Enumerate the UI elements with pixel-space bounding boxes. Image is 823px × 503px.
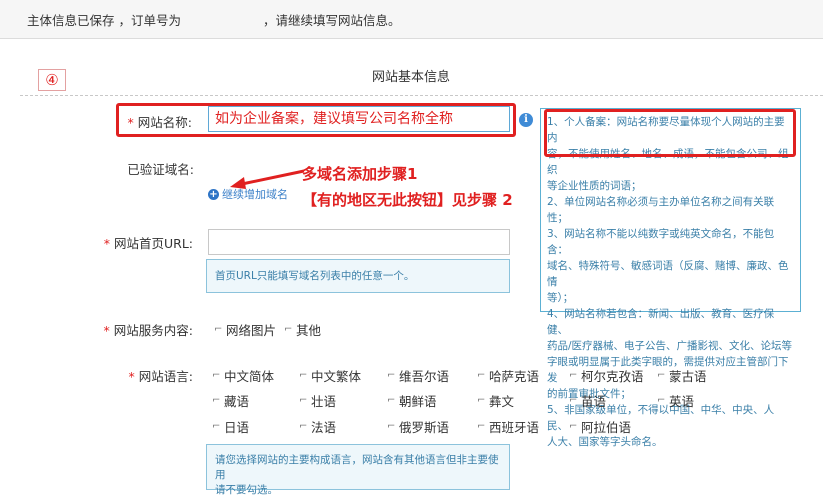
checkbox-icon[interactable]: ⌐: [212, 421, 222, 433]
checkbox-icon[interactable]: ⌐: [212, 370, 222, 382]
save-status-text: 主体信息已保存 ，订单号为 ，请继续填写网站信息。: [27, 10, 401, 29]
tip-line: 域名、特殊符号、敏感词语（反腐、赌博、廉政、色情: [547, 260, 789, 288]
checkbox-icon[interactable]: ⌐: [387, 395, 397, 407]
info-icon[interactable]: i: [519, 113, 533, 127]
checkbox-icon[interactable]: ⌐: [569, 395, 579, 407]
language-option-label: 蒙古语: [669, 369, 707, 384]
language-option[interactable]: ⌐ 英语: [657, 391, 694, 410]
checkbox-icon[interactable]: ⌐: [299, 395, 309, 407]
language-label: * 网站语言:: [3, 366, 193, 385]
language-option-label: 苗语: [581, 394, 607, 409]
language-option-label: 柯尔克孜语: [581, 369, 644, 384]
required-mark: *: [128, 369, 135, 384]
service-option-label: 其他: [296, 323, 322, 338]
language-option-label: 朝鲜语: [399, 394, 437, 409]
tip-line: 等）；: [547, 292, 574, 304]
language-option-label: 中文简体: [224, 369, 275, 384]
language-label-text: 网站语言:: [138, 369, 193, 384]
language-option-label: 俄罗斯语: [399, 420, 450, 435]
language-option[interactable]: ⌐ 壮语: [299, 391, 336, 410]
checkbox-icon[interactable]: ⌐: [569, 370, 579, 382]
checkbox-icon[interactable]: ⌐: [212, 395, 222, 407]
checkbox-icon[interactable]: ⌐: [477, 395, 487, 407]
verified-domain-label: 已验证域名:: [127, 162, 194, 177]
tip-line: 药品/医疗器械、电子公告、广播影视、文化、论坛等: [547, 340, 793, 352]
annotation-step2: 【有的地区无此按钮】见步骤 2: [302, 191, 513, 209]
language-option-label: 哈萨克语: [489, 369, 540, 384]
language-option-label: 西班牙语: [489, 420, 540, 435]
step-marker: ④: [38, 69, 66, 91]
service-option-other[interactable]: ⌐ 其他: [284, 320, 321, 339]
language-option-label: 阿拉伯语: [581, 420, 632, 435]
language-option[interactable]: ⌐ 朝鲜语: [387, 391, 437, 410]
language-option[interactable]: ⌐ 俄罗斯语: [387, 417, 449, 436]
language-option-label: 壮语: [311, 394, 337, 409]
language-option-label: 彝文: [489, 394, 515, 409]
language-option-label: 英语: [669, 394, 695, 409]
tip-line: 2、单位网站名称必须与主办单位名称之间有关联性；: [547, 196, 775, 224]
service-content-label-text: 网站服务内容:: [113, 323, 193, 338]
language-option[interactable]: ⌐ 法语: [299, 417, 336, 436]
tip-highlight-frame: [544, 109, 796, 157]
checkbox-icon[interactable]: ⌐: [657, 395, 667, 407]
site-name-highlight-frame: [116, 103, 516, 137]
language-option-label: 藏语: [224, 394, 250, 409]
banner-text-before: 主体信息已保存 ，订单号为: [27, 13, 181, 28]
tip-line: 4、网站名称若包含：新闻、出版、教育、医疗保健、: [547, 308, 775, 336]
language-option[interactable]: ⌐ 藏语: [212, 391, 249, 410]
checkbox-icon[interactable]: ⌐: [284, 324, 294, 336]
language-option-label: 维吾尔语: [399, 369, 450, 384]
section-title: 网站基本信息: [372, 70, 451, 85]
language-hint-line: 请您选择网站的主要构成语言，网站含有其他语言但非主要使用: [215, 454, 499, 481]
checkbox-icon[interactable]: ⌐: [569, 421, 579, 433]
language-hint-line: 请不要勾选。: [215, 484, 278, 496]
language-option[interactable]: ⌐ 维吾尔语: [387, 366, 449, 385]
service-option-web-images[interactable]: ⌐ 网络图片: [214, 320, 276, 339]
language-option-label: 中文繁体: [311, 369, 362, 384]
checkbox-icon[interactable]: ⌐: [387, 421, 397, 433]
language-option[interactable]: ⌐ 柯尔克孜语: [569, 366, 644, 385]
annotation-step1: 多域名添加步骤1: [302, 165, 418, 183]
homepage-url-input[interactable]: [208, 229, 510, 255]
tip-line: 等企业性质的词语；: [547, 180, 642, 192]
language-hint: 请您选择网站的主要构成语言，网站含有其他语言但非主要使用 请不要勾选。: [206, 444, 510, 496]
checkbox-icon[interactable]: ⌐: [214, 324, 224, 336]
language-option[interactable]: ⌐ 苗语: [569, 391, 606, 410]
checkbox-icon[interactable]: ⌐: [299, 421, 309, 433]
tip-line: 人大、国家等字头命名。: [547, 436, 663, 448]
required-mark: *: [103, 323, 110, 338]
plus-circle-icon: +: [208, 188, 219, 200]
service-content-label: * 网站服务内容:: [3, 320, 193, 339]
checkbox-icon[interactable]: ⌐: [477, 370, 487, 382]
language-option-label: 法语: [311, 420, 337, 435]
language-option[interactable]: ⌐ 西班牙语: [477, 417, 539, 436]
language-option[interactable]: ⌐ 哈萨克语: [477, 366, 539, 385]
language-option[interactable]: ⌐ 蒙古语: [657, 366, 707, 385]
language-option[interactable]: ⌐ 彝文: [477, 391, 514, 410]
language-option[interactable]: ⌐ 中文繁体: [299, 366, 361, 385]
checkbox-icon[interactable]: ⌐: [387, 370, 397, 382]
language-option[interactable]: ⌐ 阿拉伯语: [569, 417, 631, 436]
homepage-url-label: * 网站首页URL:: [3, 233, 193, 252]
homepage-url-label-text: 网站首页URL:: [113, 236, 193, 251]
language-option-label: 日语: [224, 420, 250, 435]
tip-line: 3、网站名称不能以纯数字或纯英文命名，不能包含：: [547, 228, 775, 256]
section-divider: [20, 95, 823, 96]
language-option[interactable]: ⌐ 中文简体: [212, 366, 274, 385]
checkbox-icon[interactable]: ⌐: [477, 421, 487, 433]
banner-text-after: ，请继续填写网站信息。: [262, 13, 401, 28]
homepage-url-hint: 首页URL只能填写域名列表中的任意一个。: [206, 259, 510, 293]
annotation-arrow-icon: [230, 169, 305, 189]
required-mark: *: [103, 236, 110, 251]
service-option-label: 网络图片: [226, 323, 277, 338]
checkbox-icon[interactable]: ⌐: [657, 370, 667, 382]
checkbox-icon[interactable]: ⌐: [299, 370, 309, 382]
language-option[interactable]: ⌐ 日语: [212, 417, 249, 436]
